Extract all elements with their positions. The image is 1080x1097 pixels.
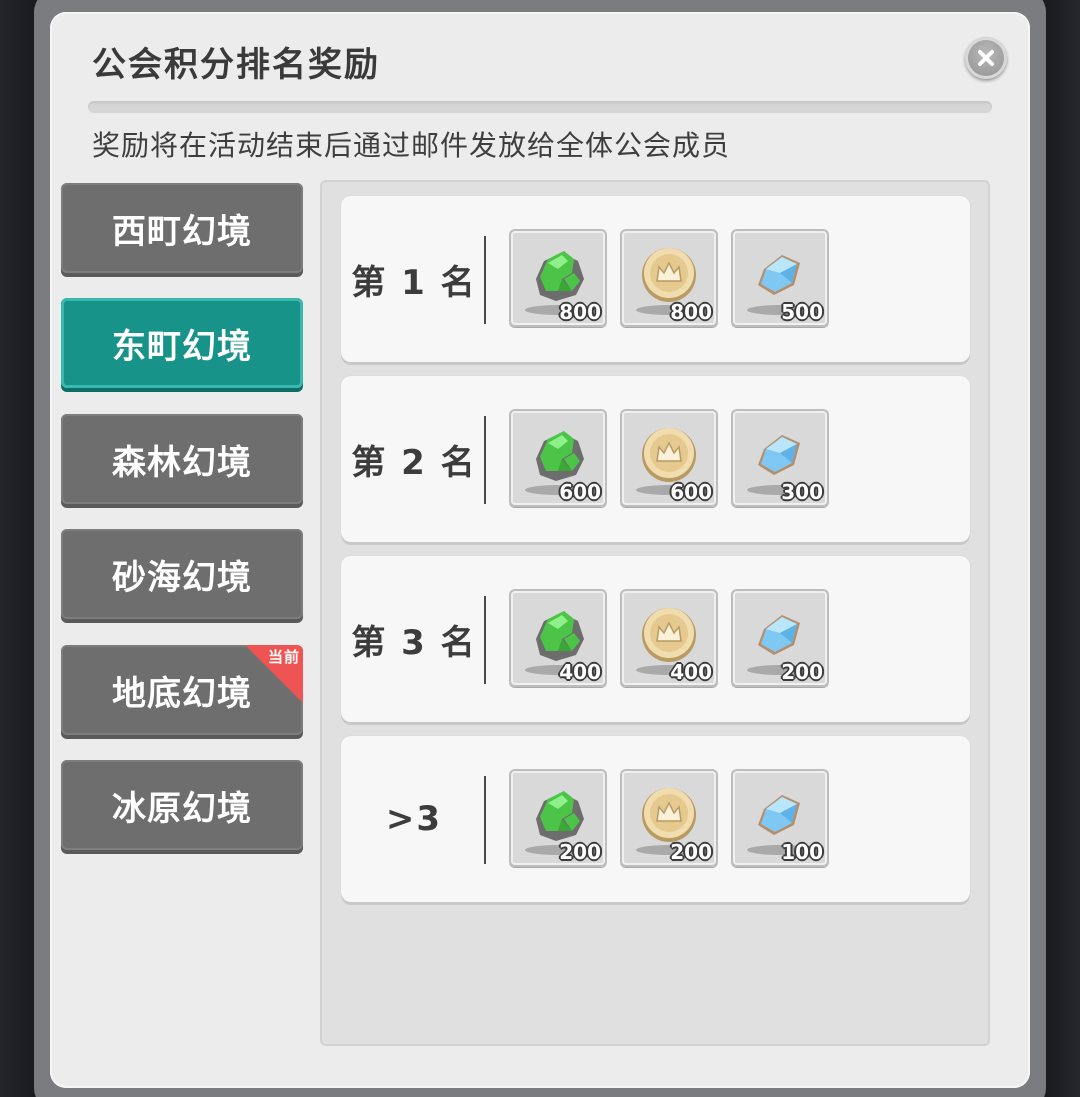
rank-separator xyxy=(484,596,486,684)
reward-item-slot[interactable]: 200 xyxy=(731,589,829,687)
item-quantity: 100 xyxy=(781,840,823,864)
current-badge-label: 当前 xyxy=(267,648,300,666)
item-quantity: 500 xyxy=(781,300,823,324)
reward-item-slot[interactable]: 400 xyxy=(620,589,718,687)
rank-separator xyxy=(484,416,486,504)
reward-item-slot[interactable]: 800 xyxy=(509,229,607,327)
tab-dongting[interactable]: 东町幻境 xyxy=(61,298,303,388)
reward-item-slot[interactable]: 300 xyxy=(731,409,829,507)
rank-label: 第 2 名 xyxy=(351,442,477,483)
reward-item-slot[interactable]: 200 xyxy=(509,769,607,867)
tab-forest[interactable]: 森林幻境 xyxy=(61,414,303,504)
item-quantity: 400 xyxy=(559,660,601,684)
item-quantity: 800 xyxy=(559,300,601,324)
item-quantity: 200 xyxy=(781,660,823,684)
reward-item-slot[interactable]: 500 xyxy=(731,229,829,327)
reward-item-slot[interactable]: 600 xyxy=(509,409,607,507)
tab-label: 森林幻境 xyxy=(112,442,252,483)
reward-row: 第 3 名 400 400 200 xyxy=(341,556,970,722)
item-quantity: 600 xyxy=(670,480,712,504)
title-divider xyxy=(88,101,992,113)
tab-xiting[interactable]: 西町幻境 xyxy=(61,183,303,273)
tab-underground[interactable]: 地底幻境 当前 xyxy=(61,645,303,735)
reward-item-slot[interactable]: 600 xyxy=(620,409,718,507)
close-icon xyxy=(978,50,994,66)
item-quantity: 200 xyxy=(559,840,601,864)
item-quantity: 200 xyxy=(670,840,712,864)
rank-separator xyxy=(484,236,486,324)
close-button[interactable] xyxy=(965,37,1007,79)
reward-item-slot[interactable]: 100 xyxy=(731,769,829,867)
tab-label: 地底幻境 xyxy=(112,673,252,714)
rank-label: 第 1 名 xyxy=(351,262,477,303)
tab-label: 冰原幻境 xyxy=(112,788,252,829)
tab-label: 东町幻境 xyxy=(112,326,252,367)
current-badge: 当前 xyxy=(245,645,303,703)
tab-sand-sea[interactable]: 砂海幻境 xyxy=(61,529,303,619)
reward-item-slot[interactable]: 800 xyxy=(620,229,718,327)
rank-label: 第 3 名 xyxy=(351,622,477,663)
reward-row: 第 2 名 600 600 300 xyxy=(341,376,970,542)
dialog-subtitle: 奖励将在活动结束后通过邮件发放给全体公会成员 xyxy=(92,129,731,162)
reward-item-slot[interactable]: 400 xyxy=(509,589,607,687)
reward-item-slot[interactable]: 200 xyxy=(620,769,718,867)
tab-label: 西町幻境 xyxy=(112,211,252,252)
reward-row: >3 200 200 100 xyxy=(341,736,970,902)
reward-row: 第 1 名 800 800 500 xyxy=(341,196,970,362)
item-quantity: 600 xyxy=(559,480,601,504)
tab-label: 砂海幻境 xyxy=(112,557,252,598)
item-quantity: 400 xyxy=(670,660,712,684)
tab-ice-field[interactable]: 冰原幻境 xyxy=(61,760,303,850)
rank-separator xyxy=(484,776,486,864)
rank-label: >3 xyxy=(385,799,443,839)
item-quantity: 300 xyxy=(781,480,823,504)
dialog-title: 公会积分排名奖励 xyxy=(92,45,380,85)
item-quantity: 800 xyxy=(670,300,712,324)
